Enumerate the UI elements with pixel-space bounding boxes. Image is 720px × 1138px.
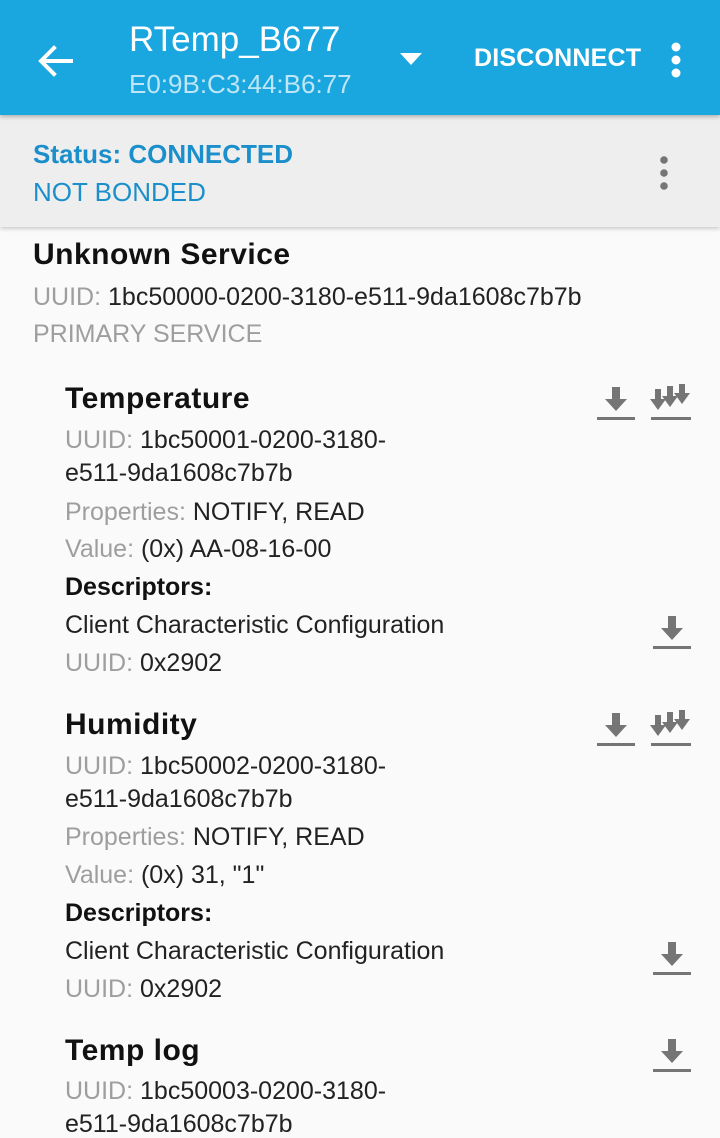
characteristic-uuid-line1: 1bc50001-0200-3180- bbox=[140, 426, 387, 454]
descriptor-read-icon[interactable] bbox=[650, 610, 694, 654]
characteristic-name-humidity[interactable]: Humidity bbox=[65, 708, 197, 742]
device-name: RTemp_B677 bbox=[129, 20, 341, 59]
characteristic-uuid-row: UUID: 1bc50001-0200-3180- bbox=[65, 426, 386, 455]
device-address: E0:9B:C3:44:B6:77 bbox=[129, 69, 352, 99]
value-label: Value: bbox=[65, 861, 135, 889]
characteristic-uuid-row: UUID: 1bc50003-0200-3180- bbox=[65, 1077, 386, 1106]
characteristic-value: (0x) 31, "1" bbox=[140, 861, 265, 889]
read-icon[interactable] bbox=[650, 1033, 694, 1077]
characteristic-value-row: Value: (0x) AA-08-16-00 bbox=[65, 535, 331, 564]
characteristic-uuid-label: UUID: bbox=[65, 752, 134, 780]
descriptor-uuid-row: UUID: 0x2902 bbox=[65, 975, 222, 1004]
characteristic-properties-row: Properties: NOTIFY, READ bbox=[65, 498, 365, 527]
service-name[interactable]: Unknown Service bbox=[33, 238, 291, 272]
characteristic-uuid-row: UUID: 1bc50002-0200-3180- bbox=[65, 752, 386, 781]
service-uuid: 1bc50000-0200-3180-e511-9da1608c7b7b bbox=[108, 283, 582, 311]
descriptor-read-icon[interactable] bbox=[650, 936, 694, 980]
read-icon[interactable] bbox=[594, 707, 638, 751]
descriptors-heading: Descriptors: bbox=[65, 899, 213, 927]
properties-label: Properties: bbox=[65, 498, 186, 526]
bond-state: NOT BONDED bbox=[33, 177, 206, 207]
notify-icon[interactable] bbox=[649, 707, 693, 751]
dropdown-arrow-icon[interactable] bbox=[394, 44, 428, 74]
descriptor-uuid-row: UUID: 0x2902 bbox=[65, 649, 222, 678]
characteristic-uuid-label: UUID: bbox=[65, 426, 134, 454]
characteristic-uuid-label: UUID: bbox=[65, 1077, 134, 1105]
status-overflow-icon[interactable] bbox=[646, 151, 682, 195]
value-label: Value: bbox=[65, 535, 135, 563]
service-uuid-label: UUID: bbox=[33, 283, 102, 311]
characteristic-properties-row: Properties: NOTIFY, READ bbox=[65, 823, 365, 852]
notify-icon[interactable] bbox=[649, 381, 693, 425]
characteristic-name-temperature[interactable]: Temperature bbox=[65, 382, 250, 416]
descriptor-uuid: 0x2902 bbox=[140, 649, 223, 677]
service-uuid-row: UUID: 1bc50000-0200-3180-e511-9da1608c7b… bbox=[33, 283, 582, 312]
descriptors-heading: Descriptors: bbox=[65, 573, 213, 601]
connection-status: Status: CONNECTED bbox=[33, 139, 294, 169]
characteristic-value: (0x) AA-08-16-00 bbox=[140, 535, 332, 563]
descriptor-name[interactable]: Client Characteristic Configuration bbox=[65, 937, 444, 966]
back-arrow-icon[interactable] bbox=[30, 38, 80, 84]
services-list[interactable]: Unknown Service UUID: 1bc50000-0200-3180… bbox=[0, 227, 720, 1138]
characteristic-uuid-line1: 1bc50002-0200-3180- bbox=[140, 752, 387, 780]
descriptor-name[interactable]: Client Characteristic Configuration bbox=[65, 611, 444, 640]
properties-label: Properties: bbox=[65, 823, 186, 851]
characteristic-uuid-line2: e511-9da1608c7b7b bbox=[65, 459, 293, 487]
descriptor-uuid-label: UUID: bbox=[65, 975, 134, 1003]
connection-status-panel: Status: CONNECTED NOT BONDED bbox=[0, 115, 720, 227]
app-bar: RTemp_B677 E0:9B:C3:44:B6:77 DISCONNECT bbox=[0, 0, 720, 115]
descriptor-uuid-label: UUID: bbox=[65, 649, 134, 677]
properties-value: NOTIFY, READ bbox=[192, 823, 365, 851]
descriptor-uuid: 0x2902 bbox=[140, 975, 223, 1003]
overflow-menu-icon[interactable] bbox=[656, 38, 696, 82]
service-type: PRIMARY SERVICE bbox=[33, 320, 263, 348]
characteristic-uuid-line1: 1bc50003-0200-3180- bbox=[140, 1077, 387, 1105]
characteristic-uuid-line2: e511-9da1608c7b7b bbox=[65, 785, 293, 813]
read-icon[interactable] bbox=[594, 381, 638, 425]
disconnect-button[interactable]: DISCONNECT bbox=[474, 44, 641, 73]
characteristic-name-temp-log[interactable]: Temp log bbox=[65, 1034, 200, 1068]
properties-value: NOTIFY, READ bbox=[192, 498, 365, 526]
characteristic-uuid-line2: e511-9da1608c7b7b bbox=[65, 1110, 293, 1138]
characteristic-value-row: Value: (0x) 31, "1" bbox=[65, 861, 264, 890]
